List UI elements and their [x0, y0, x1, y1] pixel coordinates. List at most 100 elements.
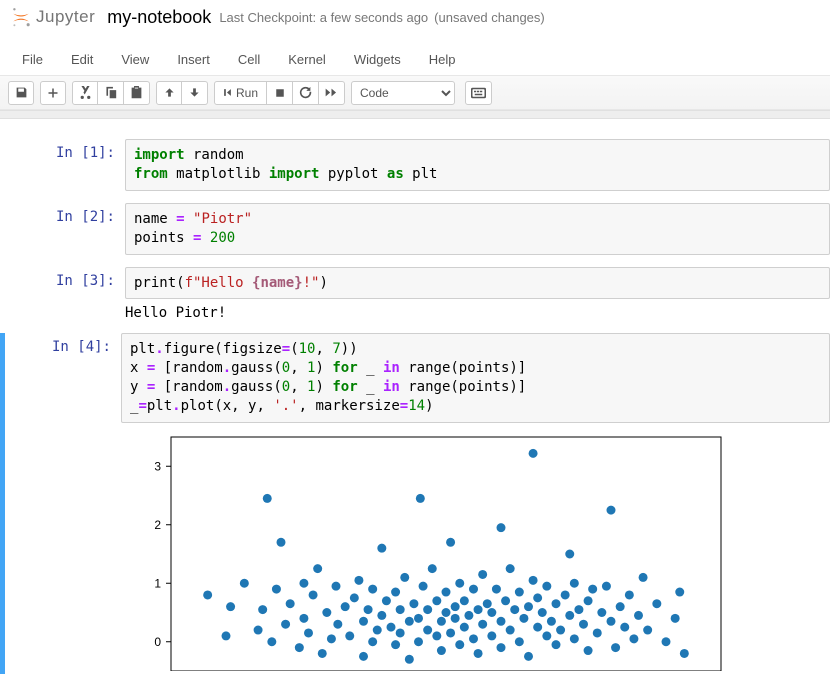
- code-cell[interactable]: In [3]:print(f"Hello {name}!")Hello Piot…: [0, 267, 830, 322]
- scatter-point: [318, 649, 327, 658]
- code-input[interactable]: name = "Piotr" points = 200: [125, 203, 830, 255]
- scatter-point: [474, 649, 483, 658]
- scatter-point: [556, 626, 565, 635]
- scatter-point: [368, 637, 377, 646]
- menu-kernel[interactable]: Kernel: [274, 44, 340, 75]
- scatter-point: [423, 605, 432, 614]
- code-input[interactable]: import random from matplotlib import pyp…: [125, 139, 830, 191]
- scatter-point: [396, 605, 405, 614]
- scatter-point: [574, 605, 583, 614]
- scatter-point: [345, 631, 354, 640]
- code-input[interactable]: plt.figure(figsize=(10, 7)) x = [random.…: [121, 333, 830, 423]
- scatter-point: [419, 582, 428, 591]
- scatter-point: [565, 550, 574, 559]
- scatter-point: [405, 655, 414, 664]
- scatter-point: [602, 582, 611, 591]
- scatter-point: [341, 602, 350, 611]
- code-cell[interactable]: In [4]:plt.figure(figsize=(10, 7)) x = […: [0, 333, 830, 674]
- menu-cell[interactable]: Cell: [224, 44, 274, 75]
- scatter-point: [588, 585, 597, 594]
- run-label: Run: [236, 86, 258, 100]
- scatter-point: [487, 631, 496, 640]
- scatter-point: [451, 614, 460, 623]
- interrupt-button[interactable]: [267, 81, 293, 105]
- run-button[interactable]: Run: [214, 81, 267, 105]
- scatter-point: [469, 585, 478, 594]
- save-button[interactable]: [8, 81, 34, 105]
- scatter-point: [529, 576, 538, 585]
- menu-widgets[interactable]: Widgets: [340, 44, 415, 75]
- move-up-button[interactable]: [156, 81, 182, 105]
- scatter-point: [313, 564, 322, 573]
- move-down-button[interactable]: [182, 81, 208, 105]
- scatter-point: [299, 614, 308, 623]
- menu-edit[interactable]: Edit: [57, 44, 107, 75]
- menu-help[interactable]: Help: [415, 44, 470, 75]
- paste-button[interactable]: [124, 81, 150, 105]
- menu-file[interactable]: File: [8, 44, 57, 75]
- scatter-point: [478, 570, 487, 579]
- scatter-point: [416, 494, 425, 503]
- scatter-point: [639, 573, 648, 582]
- scatter-point: [506, 626, 515, 635]
- scatter-point: [579, 620, 588, 629]
- command-palette-button[interactable]: [465, 81, 492, 105]
- checkpoint-text: Last Checkpoint: a few seconds ago: [219, 10, 428, 25]
- scatter-point: [455, 640, 464, 649]
- scatter-point: [515, 637, 524, 646]
- cut-button[interactable]: [72, 81, 98, 105]
- scatter-point: [643, 626, 652, 635]
- scatter-point: [620, 623, 629, 632]
- run-icon: [223, 88, 232, 97]
- scatter-point: [309, 590, 318, 599]
- scatter-point: [552, 640, 561, 649]
- scatter-point: [519, 614, 528, 623]
- restart-run-all-button[interactable]: [319, 81, 345, 105]
- plot-output: 0123: [121, 431, 830, 674]
- scatter-point: [464, 611, 473, 620]
- scatter-point: [552, 599, 561, 608]
- ytick-label: 0: [154, 635, 161, 649]
- scatter-point: [460, 596, 469, 605]
- scatter-point: [267, 637, 276, 646]
- notebook-name[interactable]: my-notebook: [107, 7, 211, 28]
- copy-button[interactable]: [98, 81, 124, 105]
- scatter-point: [437, 646, 446, 655]
- ytick-label: 2: [154, 518, 161, 532]
- scatter-point: [272, 585, 281, 594]
- code-cell[interactable]: In [1]:import random from matplotlib imp…: [0, 139, 830, 191]
- insert-cell-button[interactable]: [40, 81, 66, 105]
- scatter-point: [680, 649, 689, 658]
- celltype-select[interactable]: CodeMarkdownRaw NBConvertHeading: [351, 81, 455, 105]
- scatter-point: [547, 617, 556, 626]
- scatter-point: [428, 564, 437, 573]
- toolbar: Run CodeMarkdownRaw NBConvertHeading: [0, 76, 830, 110]
- scatter-point: [487, 608, 496, 617]
- restart-button[interactable]: [293, 81, 319, 105]
- scatter-point: [607, 617, 616, 626]
- menu-view[interactable]: View: [107, 44, 163, 75]
- scatter-point: [299, 579, 308, 588]
- scatter-point: [226, 602, 235, 611]
- scatter-point: [533, 593, 542, 602]
- scatter-point: [391, 640, 400, 649]
- scatter-point: [304, 628, 313, 637]
- scatter-point: [377, 611, 386, 620]
- scatter-point: [240, 579, 249, 588]
- scatter-point: [446, 628, 455, 637]
- scatter-point: [570, 634, 579, 643]
- scatter-point: [277, 538, 286, 547]
- scatter-point: [492, 585, 501, 594]
- code-cell[interactable]: In [2]:name = "Piotr" points = 200: [0, 203, 830, 255]
- jupyter-icon: [10, 6, 32, 28]
- scatter-point: [634, 611, 643, 620]
- scatter-point: [414, 637, 423, 646]
- scatter-point: [254, 626, 263, 635]
- code-input[interactable]: print(f"Hello {name}!"): [125, 267, 830, 300]
- scatter-point: [474, 605, 483, 614]
- menu-insert[interactable]: Insert: [163, 44, 224, 75]
- jupyter-logo[interactable]: Jupyter: [10, 6, 95, 28]
- unsaved-text: (unsaved changes): [434, 10, 545, 25]
- scatter-point: [359, 652, 368, 661]
- ytick-label: 1: [154, 576, 161, 590]
